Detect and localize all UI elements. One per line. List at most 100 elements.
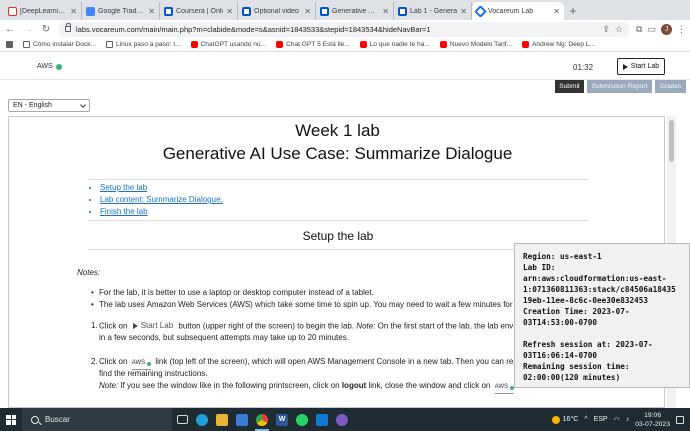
bookmark-label: Lo que nadie te ha... bbox=[369, 41, 430, 48]
step-number: 2. bbox=[91, 357, 98, 366]
edge-icon bbox=[196, 413, 208, 426]
refresh-time: 03T16:06:14-0700 bbox=[523, 351, 598, 360]
bookmarks-bar: Cómo instalar Dock... Linux paso a paso:… bbox=[0, 38, 690, 52]
creation-time: 03T14:53:00-0700 bbox=[523, 318, 598, 327]
menu-icon[interactable]: ⋮ bbox=[677, 24, 686, 35]
toc-link-finish[interactable]: Finish the lab bbox=[100, 206, 588, 218]
aws-console-link[interactable]: AWS bbox=[37, 63, 62, 70]
bookmark[interactable]: ChatGPT usando nu... bbox=[190, 41, 266, 48]
bookmark-label: Nuevo Modelo Tarif... bbox=[449, 41, 513, 48]
share-icon[interactable]: ⇪ bbox=[602, 24, 610, 35]
start-menu-button[interactable] bbox=[0, 408, 22, 431]
taskbar-app[interactable] bbox=[252, 408, 272, 431]
profile-avatar[interactable]: J bbox=[661, 23, 672, 35]
browser-tab[interactable]: Coursera | Onli ✕ bbox=[160, 2, 238, 20]
page-subtitle: Generative AI Use Case: Summarize Dialog… bbox=[162, 144, 513, 163]
url-text[interactable]: labs.vocareum.com/main/main.php?m=clabid… bbox=[76, 25, 597, 34]
close-icon[interactable]: ✕ bbox=[460, 7, 467, 16]
chevron-up-icon[interactable]: ^ bbox=[584, 416, 587, 423]
volume-icon[interactable]: ♪ bbox=[626, 416, 630, 423]
bookmark[interactable]: Cómo instalar Dock... bbox=[23, 41, 96, 48]
lab-actions: Submit Submission Report Grades bbox=[0, 80, 690, 94]
language-indicator[interactable]: ESP bbox=[594, 416, 608, 423]
notifications-icon[interactable] bbox=[676, 415, 684, 424]
taskbar-app[interactable] bbox=[292, 408, 312, 431]
coursera-icon bbox=[320, 6, 329, 16]
clock[interactable]: 19:06 03-07-2023 bbox=[635, 411, 670, 429]
lab-id-value: 1:071360811363:stack/c84506a18435 bbox=[523, 285, 676, 294]
language-select[interactable]: EN - English bbox=[8, 99, 90, 112]
address-bar[interactable]: labs.vocareum.com/main/main.php?m=clabid… bbox=[58, 21, 631, 37]
close-icon[interactable]: ✕ bbox=[70, 7, 77, 16]
browser-tab[interactable]: Generative AI w ✕ bbox=[316, 2, 394, 20]
toc-link-setup[interactable]: Setup the lab bbox=[100, 182, 588, 194]
browser-tab-active[interactable]: Vocareum Lab ✕ bbox=[472, 2, 564, 20]
inline-aws-graphic: AWS bbox=[494, 382, 515, 394]
close-icon[interactable]: ✕ bbox=[148, 7, 155, 16]
grades-button[interactable]: Grades bbox=[655, 80, 686, 93]
forward-icon[interactable]: → bbox=[22, 24, 34, 35]
vocareum-icon bbox=[474, 4, 487, 18]
taskbar-app[interactable] bbox=[312, 408, 332, 431]
apps-icon[interactable] bbox=[6, 41, 13, 48]
taskbar-app[interactable] bbox=[212, 408, 232, 431]
step-text: link (top left of the screen), which wil… bbox=[155, 357, 514, 366]
gmail-icon bbox=[8, 6, 17, 16]
bookmark[interactable]: Chat GPT 5 Está lle... bbox=[276, 41, 350, 48]
browser-tab[interactable]: [DeepLearning. ✕ bbox=[4, 2, 82, 20]
remaining-time: Remaining session time: bbox=[523, 362, 630, 371]
youtube-icon bbox=[359, 41, 367, 48]
tab-label: [DeepLearning. bbox=[20, 7, 68, 15]
coursera-icon bbox=[398, 6, 407, 16]
lock-icon[interactable] bbox=[65, 23, 71, 32]
submission-report-button[interactable]: Submission Report bbox=[587, 80, 652, 93]
lab-id-value: 19eb-11ee-8c6c-0ee30e832453 bbox=[523, 296, 648, 305]
back-icon[interactable]: ← bbox=[4, 24, 16, 35]
lab-timer: 01:32 bbox=[573, 63, 594, 72]
lab-header: AWS 01:32 bbox=[0, 52, 690, 80]
start-lab-label: Start Lab bbox=[630, 63, 660, 70]
toc-link-lab-content[interactable]: Lab content: Summarize Dialogue. bbox=[100, 194, 588, 206]
lab-id-label: Lab ID: bbox=[523, 263, 556, 272]
step-number: 1. bbox=[91, 321, 98, 330]
bookmark[interactable]: Lo que nadie te ha... bbox=[359, 41, 430, 48]
browser-tab[interactable]: Google Traducto ✕ bbox=[82, 2, 160, 20]
creation-time: Creation Time: 2023-07- bbox=[523, 307, 630, 316]
close-icon[interactable]: ✕ bbox=[553, 7, 560, 16]
close-icon[interactable]: ✕ bbox=[304, 7, 311, 16]
temperature: 16°C bbox=[562, 416, 579, 423]
bookmark[interactable]: Linux paso a paso: I... bbox=[106, 41, 181, 48]
browser-tab[interactable]: Optional video ✕ bbox=[238, 2, 316, 20]
close-icon[interactable]: ✕ bbox=[382, 7, 389, 16]
taskbar-app[interactable] bbox=[192, 408, 212, 431]
new-tab-button[interactable]: + bbox=[564, 2, 582, 20]
taskbar-app[interactable] bbox=[332, 408, 352, 431]
star-icon[interactable]: ☆ bbox=[615, 24, 623, 35]
coursera-icon bbox=[242, 6, 251, 16]
wifi-icon[interactable]: ◠ bbox=[614, 416, 620, 424]
taskbar-search[interactable]: Buscar bbox=[22, 408, 172, 431]
mail-icon bbox=[316, 413, 328, 426]
windows-icon bbox=[6, 414, 16, 425]
clock-time: 19:06 bbox=[644, 411, 662, 419]
taskbar-app[interactable] bbox=[232, 408, 252, 431]
bookmark[interactable]: Andrew Ng: Deep L... bbox=[522, 41, 595, 48]
weather-widget[interactable]: 16°C bbox=[551, 415, 579, 424]
sidebar-icon[interactable]: ▭ bbox=[647, 24, 656, 35]
start-lab-button[interactable]: Start Lab bbox=[617, 58, 665, 75]
task-view-button[interactable] bbox=[172, 408, 192, 431]
section-heading: Setup the lab bbox=[88, 229, 588, 250]
reload-icon[interactable]: ↻ bbox=[40, 24, 52, 35]
close-icon[interactable]: ✕ bbox=[226, 7, 233, 16]
submit-button[interactable]: Submit bbox=[555, 80, 584, 93]
bookmark[interactable]: Nuevo Modelo Tarif... bbox=[439, 41, 513, 48]
scrollbar-thumb[interactable] bbox=[669, 120, 674, 162]
browser-tab[interactable]: Lab 1 - Genera ✕ bbox=[394, 2, 472, 20]
taskbar-app[interactable]: W bbox=[272, 408, 292, 431]
play-icon bbox=[622, 63, 628, 70]
step-text: If you see the window like in the follow… bbox=[120, 381, 340, 390]
refresh-time: Refresh session at: 2023-07- bbox=[523, 340, 653, 349]
coursera-icon bbox=[164, 6, 173, 16]
bookmark-label: Linux paso a paso: I... bbox=[116, 41, 181, 48]
extensions-icon[interactable]: ⧉ bbox=[636, 24, 642, 35]
